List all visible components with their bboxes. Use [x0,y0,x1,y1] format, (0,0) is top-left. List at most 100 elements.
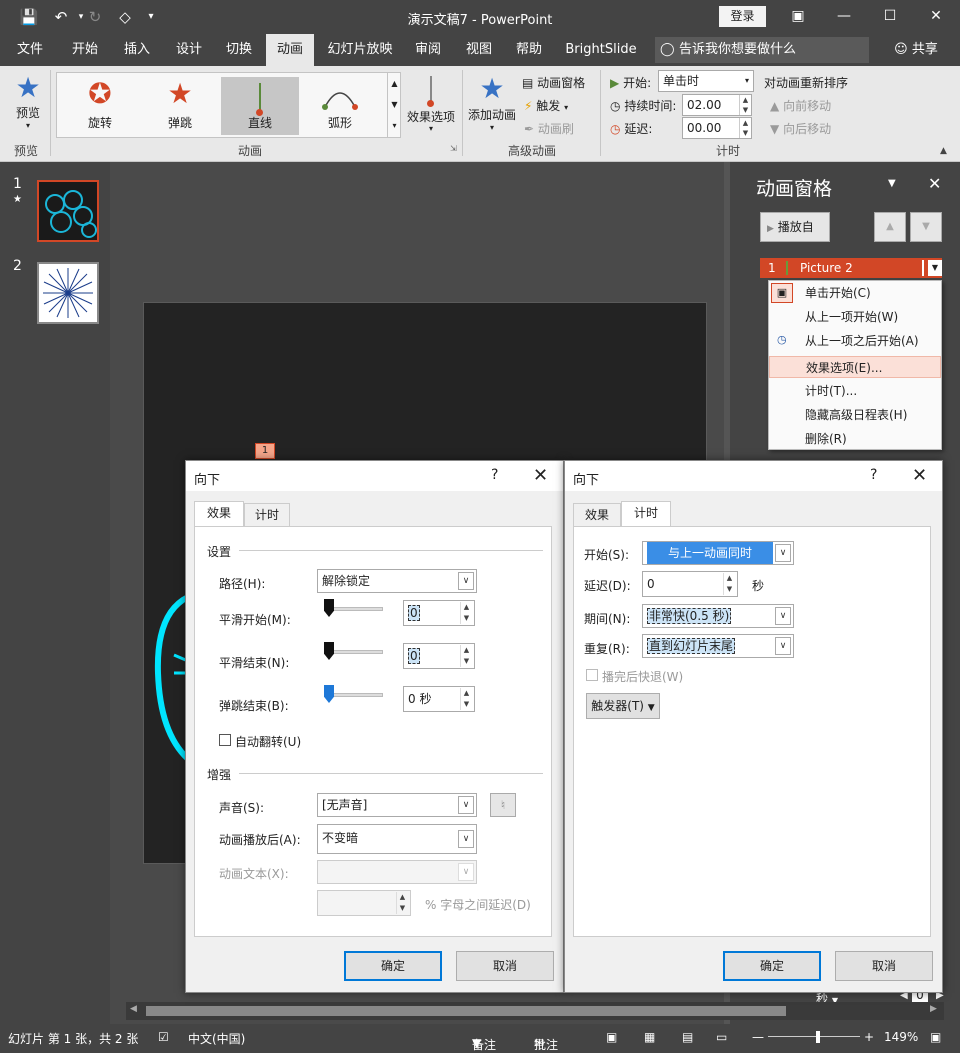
tab-animations[interactable]: 动画 [266,34,314,66]
tab-timing[interactable]: 计时 [621,501,671,527]
move-later-button[interactable]: ▼ 向后移动 [770,120,831,137]
ok-button[interactable]: 确定 [723,951,821,981]
menu-item-start-with-previous[interactable]: 从上一项开始(W) [769,306,941,328]
spelling-icon[interactable]: ☑ [158,1030,169,1044]
help-icon[interactable]: ? [870,467,877,483]
tab-slideshow[interactable]: 幻灯片放映 [320,34,400,66]
slider-thumb[interactable] [324,599,334,617]
tab-file[interactable]: 文件 [8,34,52,66]
spinner-icon[interactable]: ▲ ▼ [739,118,751,138]
gallery-item-line[interactable]: 直线 [221,77,299,135]
ribbon-display-icon[interactable]: ▣ [778,4,818,28]
menu-item-remove[interactable]: 删除(R) [769,428,941,450]
gallery-item-bounce[interactable]: ★ 弹跳 [141,77,219,135]
close-icon[interactable]: ✕ [916,4,956,28]
menu-item-effect-options[interactable]: 效果选项(E)... [769,356,941,378]
trigger-button[interactable]: ⚡ 触发 ▾ [524,97,568,114]
delay-input[interactable]: 00.00 ▲ ▼ [682,117,752,139]
start-select[interactable]: 单击时 ▾ [658,70,754,92]
scroll-thumb[interactable] [146,1006,786,1016]
zoom-slider[interactable] [768,1036,860,1037]
tell-me-search[interactable]: ◯ 告诉我你想要做什么 [655,37,869,63]
maximize-icon[interactable]: ☐ [870,4,910,28]
move-down-button[interactable]: ▼ [910,212,942,242]
slider-thumb[interactable] [324,642,334,660]
rewind-checkbox[interactable] [586,669,598,681]
path-select[interactable]: 解除锁定 ∨ [317,569,477,593]
menu-item-hide-timeline[interactable]: 隐藏高级日程表(H) [769,404,941,426]
speaker-icon[interactable]: ♮ [490,793,516,817]
fit-slide-icon[interactable]: ▣ [930,1030,941,1044]
tab-effect[interactable]: 效果 [194,501,244,527]
slide-thumbnail-1[interactable] [37,180,99,242]
tab-effect[interactable]: 效果 [573,503,621,527]
collapse-ribbon-icon[interactable]: ▲ [940,146,947,156]
preview-button[interactable]: ★ 预览 ▾ [8,72,48,132]
spinner-icon[interactable]: ▲ ▼ [739,95,751,115]
cancel-button[interactable]: 取消 [456,951,554,981]
share-button[interactable]: ☺ 共享 [886,34,946,66]
spinner-icon[interactable]: ▲ ▼ [396,892,408,914]
normal-view-icon[interactable]: ▣ [606,1030,617,1044]
slide-sorter-icon[interactable]: ▦ [644,1030,655,1044]
effect-options-button[interactable]: 效果选项 ▾ [404,72,458,134]
menu-item-timing[interactable]: 计时(T)... [769,380,941,402]
tab-design[interactable]: 设计 [166,34,212,66]
scroll-left-icon[interactable]: ◀ [130,1004,137,1014]
tab-insert[interactable]: 插入 [114,34,160,66]
animation-painter-button[interactable]: ✒ 动画刷 [524,120,574,137]
sound-select[interactable]: [无声音] ∨ [317,793,477,817]
tab-timing[interactable]: 计时 [244,503,290,527]
smooth-end-input[interactable]: 0 ▲ ▼ [403,643,475,669]
menu-item-start-on-click[interactable]: 单击开始(C) [769,282,941,304]
repeat-select[interactable]: 直到幻灯片末尾 ∨ [642,634,794,658]
menu-item-start-after-previous[interactable]: 从上一项之后开始(A) [769,330,941,352]
animation-marker[interactable]: 1 [255,443,275,459]
spinner-icon[interactable]: ▲ ▼ [460,602,472,624]
scroll-right-icon[interactable]: ▶ [930,1004,937,1014]
slider-thumb[interactable] [324,685,334,703]
tab-help[interactable]: 帮助 [506,34,552,66]
close-icon[interactable]: ✕ [533,465,548,486]
after-animation-select[interactable]: 不变暗 ∨ [317,824,477,854]
auto-reverse-checkbox[interactable] [219,734,231,746]
animation-pane-button[interactable]: ▤ 动画窗格 [522,74,585,91]
smooth-start-slider[interactable] [327,607,383,611]
move-up-button[interactable]: ▲ [874,212,906,242]
spinner-icon[interactable]: ▲ ▼ [723,573,735,595]
triggers-button[interactable]: 触发器(T) ▼ [586,693,660,719]
bounce-end-input[interactable]: 0 秒 ▲ ▼ [403,686,475,712]
add-animation-button[interactable]: ★ 添加动画 ▾ [466,72,518,134]
duration-input[interactable]: 02.00 ▲ ▼ [682,94,752,116]
start-select[interactable]: 与上一动画同时 ∨ [642,541,794,565]
dialog-launcher-icon[interactable]: ⇲ [450,144,457,153]
spinner-icon[interactable]: ▲ ▼ [460,645,472,667]
smooth-start-input[interactable]: 0 ▲ ▼ [403,600,475,626]
animate-text-select[interactable]: ∨ [317,860,477,884]
zoom-in-icon[interactable]: + [864,1030,874,1044]
slideshow-icon[interactable]: ▭ [716,1030,727,1044]
close-icon[interactable]: ✕ [912,465,927,486]
delay-input[interactable]: 0 ▲ ▼ [642,571,738,597]
tab-brightslide[interactable]: BrightSlide [560,34,642,66]
zoom-level[interactable]: 149% [884,1030,918,1044]
play-from-button[interactable]: ▶ 播放自 [760,212,830,242]
horizontal-scrollbar[interactable]: ◀ ▶ [126,1002,944,1020]
cancel-button[interactable]: 取消 [835,951,933,981]
reading-view-icon[interactable]: ▤ [682,1030,693,1044]
tab-view[interactable]: 视图 [456,34,502,66]
help-icon[interactable]: ? [491,467,498,483]
bounce-end-slider[interactable] [327,693,383,697]
tab-transitions[interactable]: 切换 [216,34,262,66]
item-dropdown-button[interactable]: ▼ [928,260,942,276]
gallery-item-arc[interactable]: 弧形 [301,77,379,135]
language-indicator[interactable]: 中文(中国) [188,1030,245,1047]
slide-thumbnail-2[interactable] [37,262,99,324]
letter-delay-input[interactable]: ▲ ▼ [317,890,411,916]
tab-home[interactable]: 开始 [62,34,108,66]
gallery-item-spin[interactable]: ✪ 旋转 [61,77,139,135]
minimize-icon[interactable]: — [824,4,864,28]
tab-review[interactable]: 审阅 [406,34,450,66]
zoom-out-icon[interactable]: — [752,1030,764,1044]
login-button[interactable]: 登录 [719,6,766,27]
